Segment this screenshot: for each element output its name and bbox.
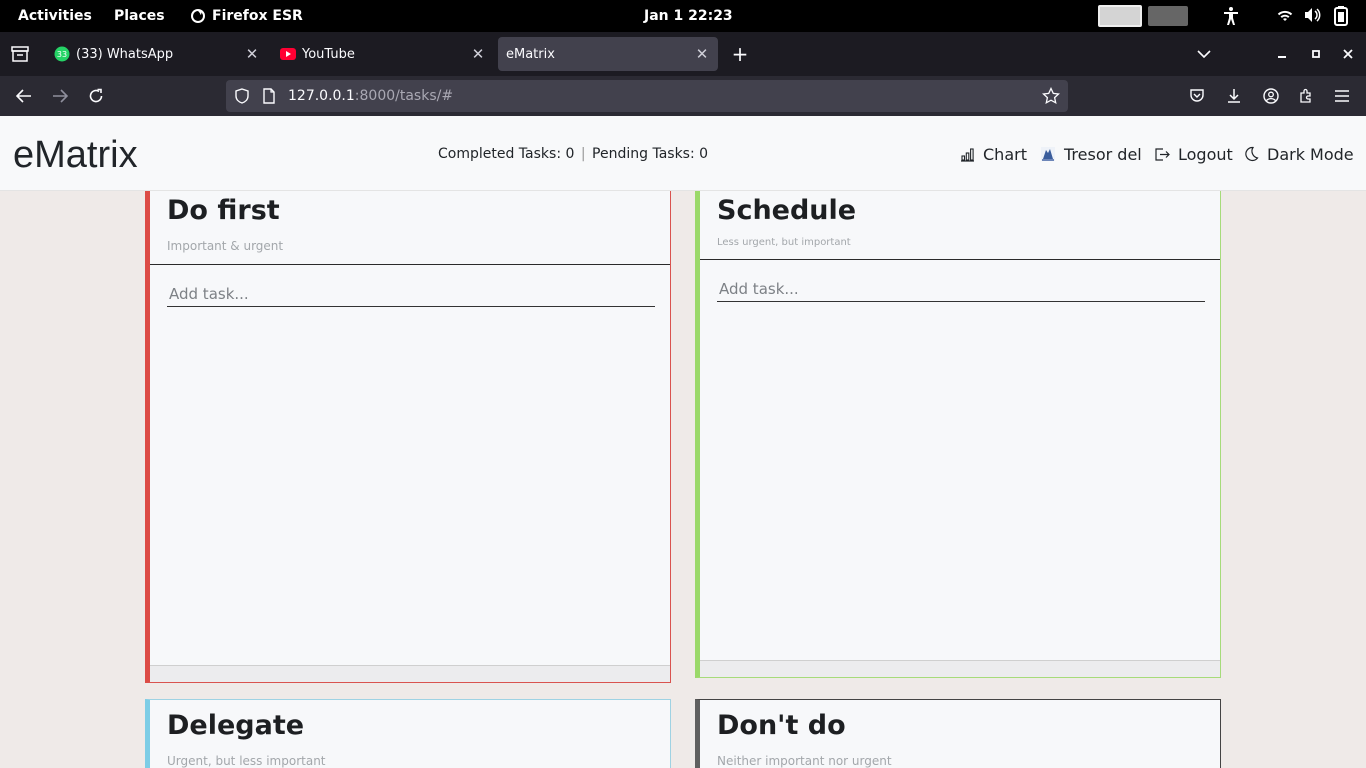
clock[interactable]: Jan 1 22:23 [644, 0, 733, 32]
url-bar[interactable]: 127.0.0.1:8000/tasks/# [226, 80, 1068, 112]
menu-icon[interactable] [1328, 82, 1356, 110]
quadrant-subtitle: Less urgent, but important [717, 237, 851, 248]
volume-icon[interactable] [1304, 7, 1322, 25]
tab-manager-icon[interactable] [10, 44, 30, 64]
completed-label: Completed Tasks: [438, 146, 562, 162]
user-profile-link[interactable]: Tresor del [1040, 143, 1142, 165]
close-tab-icon[interactable]: ✕ [244, 46, 260, 62]
pocket-icon[interactable] [1183, 82, 1211, 110]
whatsapp-icon: 33 [54, 46, 70, 62]
logout-label: Logout [1178, 144, 1233, 164]
chart-link[interactable]: Chart [960, 143, 1027, 165]
new-tab-button[interactable]: + [730, 42, 750, 66]
completed-count: 0 [565, 146, 575, 162]
tab-whatsapp[interactable]: 33 (33) WhatsApp ✕ [46, 37, 268, 71]
list-all-tabs-icon[interactable] [1194, 44, 1214, 64]
bookmark-star-icon[interactable] [1042, 86, 1060, 109]
bar-chart-icon [960, 147, 975, 162]
extensions-icon[interactable] [1292, 82, 1320, 110]
keyboard-indicator[interactable] [1148, 6, 1188, 26]
quadrant-subtitle: Neither important nor urgent [717, 754, 892, 768]
maximize-window-icon[interactable] [1306, 44, 1326, 64]
quadrant-title: Do first [167, 195, 280, 226]
brand-logo-text[interactable]: eMatrix [13, 133, 138, 177]
quadrant-footer [700, 660, 1220, 677]
downloads-icon[interactable] [1220, 82, 1248, 110]
add-task-input[interactable] [717, 276, 1205, 302]
forward-button[interactable] [46, 82, 74, 110]
svg-text:33: 33 [57, 50, 67, 59]
tab-strip: 33 (33) WhatsApp ✕ YouTube ✕ eMatrix ✕ + [0, 32, 1366, 76]
close-window-icon[interactable] [1338, 44, 1358, 64]
task-stats: Completed Tasks: 0 | Pending Tasks: 0 [438, 146, 708, 162]
accessibility-icon[interactable] [1222, 6, 1240, 26]
minimize-window-icon[interactable] [1272, 44, 1292, 64]
quadrant-schedule: Schedule Less urgent, but important [695, 191, 1221, 678]
activities-button[interactable]: Activities [18, 0, 92, 32]
places-menu[interactable]: Places [114, 0, 165, 32]
quadrant-divider [700, 259, 1220, 260]
dark-mode-label: Dark Mode [1267, 144, 1354, 164]
navigation-bar: 127.0.0.1:8000/tasks/# [0, 76, 1366, 116]
dark-mode-toggle[interactable]: Dark Mode [1243, 143, 1354, 165]
wifi-icon[interactable] [1276, 7, 1294, 25]
close-tab-icon[interactable]: ✕ [694, 46, 710, 62]
url-text[interactable]: 127.0.0.1:8000/tasks/# [288, 80, 453, 112]
tab-title: eMatrix [506, 46, 555, 62]
tab-ematrix[interactable]: eMatrix ✕ [498, 37, 718, 71]
tracking-protection-icon[interactable] [234, 88, 250, 108]
logout-link[interactable]: Logout [1154, 143, 1233, 165]
quadrant-divider [150, 264, 670, 265]
quadrant-title: Delegate [167, 710, 305, 741]
quadrant-footer [150, 665, 670, 682]
keyboard-indicator-active[interactable] [1098, 5, 1142, 27]
user-name: Tresor del [1064, 144, 1142, 164]
pending-count: 0 [699, 146, 709, 162]
chart-label: Chart [983, 144, 1027, 164]
tab-title: YouTube [302, 46, 355, 62]
back-button[interactable] [10, 82, 38, 110]
tab-youtube[interactable]: YouTube ✕ [272, 37, 494, 71]
close-tab-icon[interactable]: ✕ [470, 46, 486, 62]
quadrant-title: Don't do [717, 710, 846, 741]
app-name: Firefox ESR [212, 8, 303, 24]
user-avatar-icon [1040, 146, 1056, 162]
youtube-icon [280, 46, 296, 62]
quadrant-dont-do: Don't do Neither important nor urgent [695, 699, 1221, 768]
firefox-icon [190, 8, 206, 24]
tab-title: (33) WhatsApp [76, 46, 174, 62]
stats-separator: | [580, 146, 586, 162]
quadrant-subtitle: Urgent, but less important [167, 754, 326, 768]
quadrant-do-first: Do first Important & urgent [145, 191, 671, 683]
page-icon[interactable] [262, 88, 276, 108]
quadrant-delegate: Delegate Urgent, but less important [145, 699, 671, 768]
logout-icon [1154, 147, 1170, 162]
add-task-input[interactable] [167, 281, 655, 307]
pending-label: Pending Tasks: [592, 146, 695, 162]
app-header: eMatrix Completed Tasks: 0 | Pending Tas… [0, 116, 1366, 191]
moon-icon [1243, 146, 1259, 162]
app-menu[interactable]: Firefox ESR [190, 0, 303, 32]
battery-icon[interactable] [1334, 6, 1348, 26]
quadrant-subtitle: Important & urgent [167, 239, 284, 253]
quadrant-title: Schedule [717, 195, 857, 226]
account-icon[interactable] [1257, 82, 1285, 110]
system-top-bar: Activities Places Firefox ESR Jan 1 22:2… [0, 0, 1366, 32]
reload-button[interactable] [82, 82, 110, 110]
